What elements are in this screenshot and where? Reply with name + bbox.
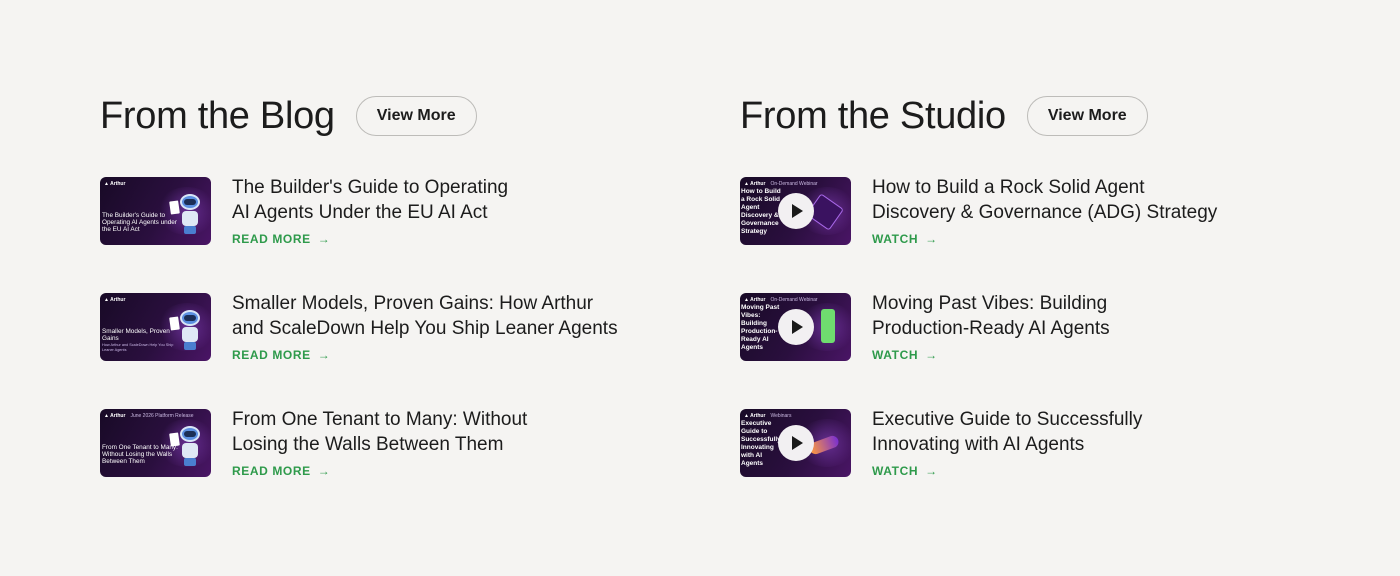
thumbnail-text: The Builder's Guide to Operating AI Agen…	[102, 212, 177, 233]
robot-illustration-icon	[175, 423, 205, 469]
blog-item-title[interactable]: The Builder's Guide to Operating AI Agen…	[232, 175, 508, 225]
arrow-right-icon: →	[925, 232, 938, 246]
watch-link[interactable]: WATCH →	[872, 464, 1142, 478]
studio-column: From the Studio View More ▲ Arthur On-Dem…	[740, 96, 1260, 525]
studio-header: From the Studio View More	[740, 96, 1260, 136]
studio-item-title[interactable]: Executive Guide to Successfully Innovati…	[872, 407, 1142, 457]
blog-item[interactable]: ▲ Arthur The Builder's Guide to Operatin…	[100, 177, 620, 246]
robot-illustration-icon	[175, 191, 205, 237]
arthur-logo-icon: ▲ Arthur	[104, 297, 126, 303]
robot-illustration-icon	[175, 307, 205, 353]
blog-item-text: Smaller Models, Proven Gains: How Arthur…	[232, 293, 618, 362]
arthur-logo-icon: ▲ Arthur June 2026 Platform Release	[104, 413, 194, 419]
studio-list: ▲ Arthur On-Demand Webinar How to Build a…	[740, 177, 1260, 478]
read-more-link[interactable]: READ MORE →	[232, 348, 618, 362]
video-thumbnail[interactable]: ▲ Arthur On-Demand Webinar Moving Past Vi…	[740, 293, 851, 361]
studio-item-text: How to Build a Rock Solid Agent Discover…	[872, 177, 1217, 246]
arthur-logo-icon: ▲ Arthur On-Demand Webinar	[744, 181, 818, 187]
arrow-right-icon: →	[317, 348, 331, 362]
arthur-logo-icon: ▲ Arthur	[104, 181, 126, 187]
blog-thumbnail[interactable]: ▲ Arthur June 2026 Platform Release From …	[100, 409, 211, 477]
studio-view-more-button[interactable]: View More	[1026, 96, 1148, 136]
studio-item-title[interactable]: Moving Past Vibes: Building Production-R…	[872, 291, 1110, 341]
play-icon[interactable]	[778, 309, 814, 345]
play-icon[interactable]	[778, 193, 814, 229]
thumbnail-text: From One Tenant to Many: Without Losing …	[102, 444, 178, 465]
studio-item[interactable]: ▲ Arthur Webinars Executive Guide to Succ…	[740, 409, 1260, 478]
arrow-right-icon: →	[925, 348, 938, 362]
studio-item-text: Executive Guide to Successfully Innovati…	[872, 409, 1142, 478]
watch-link[interactable]: WATCH →	[872, 232, 1217, 246]
read-more-link[interactable]: READ MORE →	[232, 464, 527, 478]
blog-header: From the Blog View More	[100, 96, 620, 136]
blog-view-more-button[interactable]: View More	[355, 96, 477, 136]
studio-item[interactable]: ▲ Arthur On-Demand Webinar How to Build a…	[740, 177, 1260, 246]
arthur-logo-icon: ▲ Arthur Webinars	[744, 413, 792, 419]
read-more-link[interactable]: READ MORE →	[232, 232, 508, 246]
blog-thumbnail[interactable]: ▲ Arthur Smaller Models, Proven Gains How…	[100, 293, 211, 361]
blog-heading: From the Blog	[100, 95, 335, 137]
arrow-right-icon: →	[317, 232, 331, 246]
blog-item[interactable]: ▲ Arthur Smaller Models, Proven Gains How…	[100, 293, 620, 362]
arthur-logo-icon: ▲ Arthur On-Demand Webinar	[744, 297, 818, 303]
blog-list: ▲ Arthur The Builder's Guide to Operatin…	[100, 177, 620, 478]
blog-item[interactable]: ▲ Arthur June 2026 Platform Release From …	[100, 409, 620, 478]
studio-item-text: Moving Past Vibes: Building Production-R…	[872, 293, 1110, 362]
video-thumbnail[interactable]: ▲ Arthur On-Demand Webinar How to Build a…	[740, 177, 851, 245]
blog-thumbnail[interactable]: ▲ Arthur The Builder's Guide to Operatin…	[100, 177, 211, 245]
arrow-right-icon: →	[925, 464, 938, 478]
video-thumbnail[interactable]: ▲ Arthur Webinars Executive Guide to Succ…	[740, 409, 851, 477]
arrow-right-icon: →	[317, 464, 331, 478]
blog-item-text: From One Tenant to Many: Without Losing …	[232, 409, 527, 478]
studio-item[interactable]: ▲ Arthur On-Demand Webinar Moving Past Vi…	[740, 293, 1260, 362]
studio-item-title[interactable]: How to Build a Rock Solid Agent Discover…	[872, 175, 1217, 225]
studio-heading: From the Studio	[740, 95, 1006, 137]
blog-item-title[interactable]: From One Tenant to Many: Without Losing …	[232, 407, 527, 457]
content-section: From the Blog View More ▲ Arthur The Bui…	[0, 0, 1400, 576]
blog-column: From the Blog View More ▲ Arthur The Bui…	[100, 96, 620, 525]
blog-item-text: The Builder's Guide to Operating AI Agen…	[232, 177, 508, 246]
blog-item-title[interactable]: Smaller Models, Proven Gains: How Arthur…	[232, 291, 618, 341]
play-icon[interactable]	[778, 425, 814, 461]
watch-link[interactable]: WATCH →	[872, 348, 1110, 362]
thumbnail-text: Smaller Models, Proven Gains How Arthur a…	[102, 328, 174, 352]
